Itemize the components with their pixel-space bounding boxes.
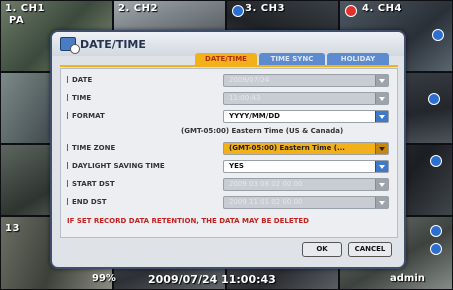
settings-panel: DATE 2009/07/24 TIME 11:00:43 FORMAT YYY…: [60, 68, 398, 238]
time-value: 11:00:43: [229, 94, 261, 102]
row-end-dst: END DST 2009 11 01 02 00 00: [61, 195, 397, 211]
chevron-down-icon: [375, 179, 388, 190]
format-value: YYYY/MM/DD: [229, 112, 280, 120]
format-select[interactable]: YYYY/MM/DD: [223, 110, 389, 123]
datetime-text: 2009/07/24 11:00:43: [148, 273, 276, 286]
time-field: 11:00:43: [223, 92, 389, 105]
row-date: DATE 2009/07/24: [61, 73, 397, 89]
camera-sublabel-ch1: PA: [9, 15, 25, 26]
row-time: TIME 11:00:43: [61, 91, 397, 107]
date-field: 2009/07/24: [223, 74, 389, 87]
time-label: TIME: [67, 94, 91, 102]
tab-holiday[interactable]: HOLIDAY: [327, 53, 389, 65]
camera-status-icon: [428, 93, 440, 105]
start-dst-field: 2009 03 08 02 00 00: [223, 178, 389, 191]
start-dst-value: 2009 03 08 02 00 00: [229, 180, 303, 188]
tab-date-time[interactable]: DATE/TIME: [195, 53, 257, 65]
chevron-down-icon[interactable]: [375, 111, 388, 122]
timezone-note: (GMT-05:00) Eastern Time (US & Canada): [181, 127, 344, 135]
hdd-usage-text: 99%: [92, 273, 116, 284]
date-value: 2009/07/24: [229, 76, 270, 84]
cancel-button[interactable]: CANCEL: [348, 242, 392, 257]
end-dst-label: END DST: [67, 198, 107, 206]
chevron-down-icon[interactable]: [375, 161, 388, 172]
camera-status-icon: [232, 5, 244, 17]
camera-label-ch1: 1. CH1: [5, 3, 45, 14]
camera-label-ch4: 4. CH4: [362, 3, 402, 14]
date-label: DATE: [67, 76, 92, 84]
start-dst-label: START DST: [67, 180, 115, 188]
time-zone-label: TIME ZONE: [67, 144, 115, 152]
time-zone-select[interactable]: (GMT-05:00) Eastern Time (...: [223, 142, 389, 155]
camera-status-icon: [432, 29, 444, 41]
status-bar: 99% 2009/07/24 11:00:43 admin: [0, 270, 453, 290]
row-time-zone: TIME ZONE (GMT-05:00) Eastern Time (...: [61, 141, 397, 157]
record-status-icon: [345, 5, 357, 17]
row-start-dst: START DST 2009 03 08 02 00 00: [61, 177, 397, 193]
retention-warning: IF SET RECORD DATA RETENTION, THE DATA M…: [67, 217, 309, 225]
camera-label-13: 13: [5, 223, 20, 234]
format-label: FORMAT: [67, 112, 105, 120]
row-dst: DAYLIGHT SAVING TIME YES: [61, 159, 397, 175]
datetime-dialog: DATE/TIME DATE/TIME TIME SYNC HOLIDAY DA…: [50, 30, 406, 269]
end-dst-value: 2009 11 01 02 00 00: [229, 198, 303, 206]
camera-status-icon: [430, 225, 442, 237]
dialog-title: DATE/TIME: [80, 38, 146, 51]
dst-label: DAYLIGHT SAVING TIME: [67, 162, 165, 170]
clock-settings-icon: [60, 37, 80, 54]
ok-button[interactable]: OK: [302, 242, 342, 257]
tab-time-sync[interactable]: TIME SYNC: [259, 53, 325, 65]
dst-select[interactable]: YES: [223, 160, 389, 173]
camera-status-icon: [430, 155, 442, 167]
tab-underline: [60, 65, 398, 67]
chevron-down-icon: [375, 197, 388, 208]
time-zone-value: (GMT-05:00) Eastern Time (...: [229, 144, 345, 152]
chevron-down-icon: [375, 93, 388, 104]
camera-status-icon: [430, 243, 442, 255]
end-dst-field: 2009 11 01 02 00 00: [223, 196, 389, 209]
camera-label-ch3: 3. CH3: [245, 3, 285, 14]
chevron-down-icon[interactable]: [375, 143, 388, 154]
chevron-down-icon: [375, 75, 388, 86]
camera-label-ch2: 2. CH2: [118, 3, 158, 14]
row-format: FORMAT YYYY/MM/DD: [61, 109, 397, 125]
dst-value: YES: [229, 162, 244, 170]
user-name-text: admin: [390, 273, 425, 284]
